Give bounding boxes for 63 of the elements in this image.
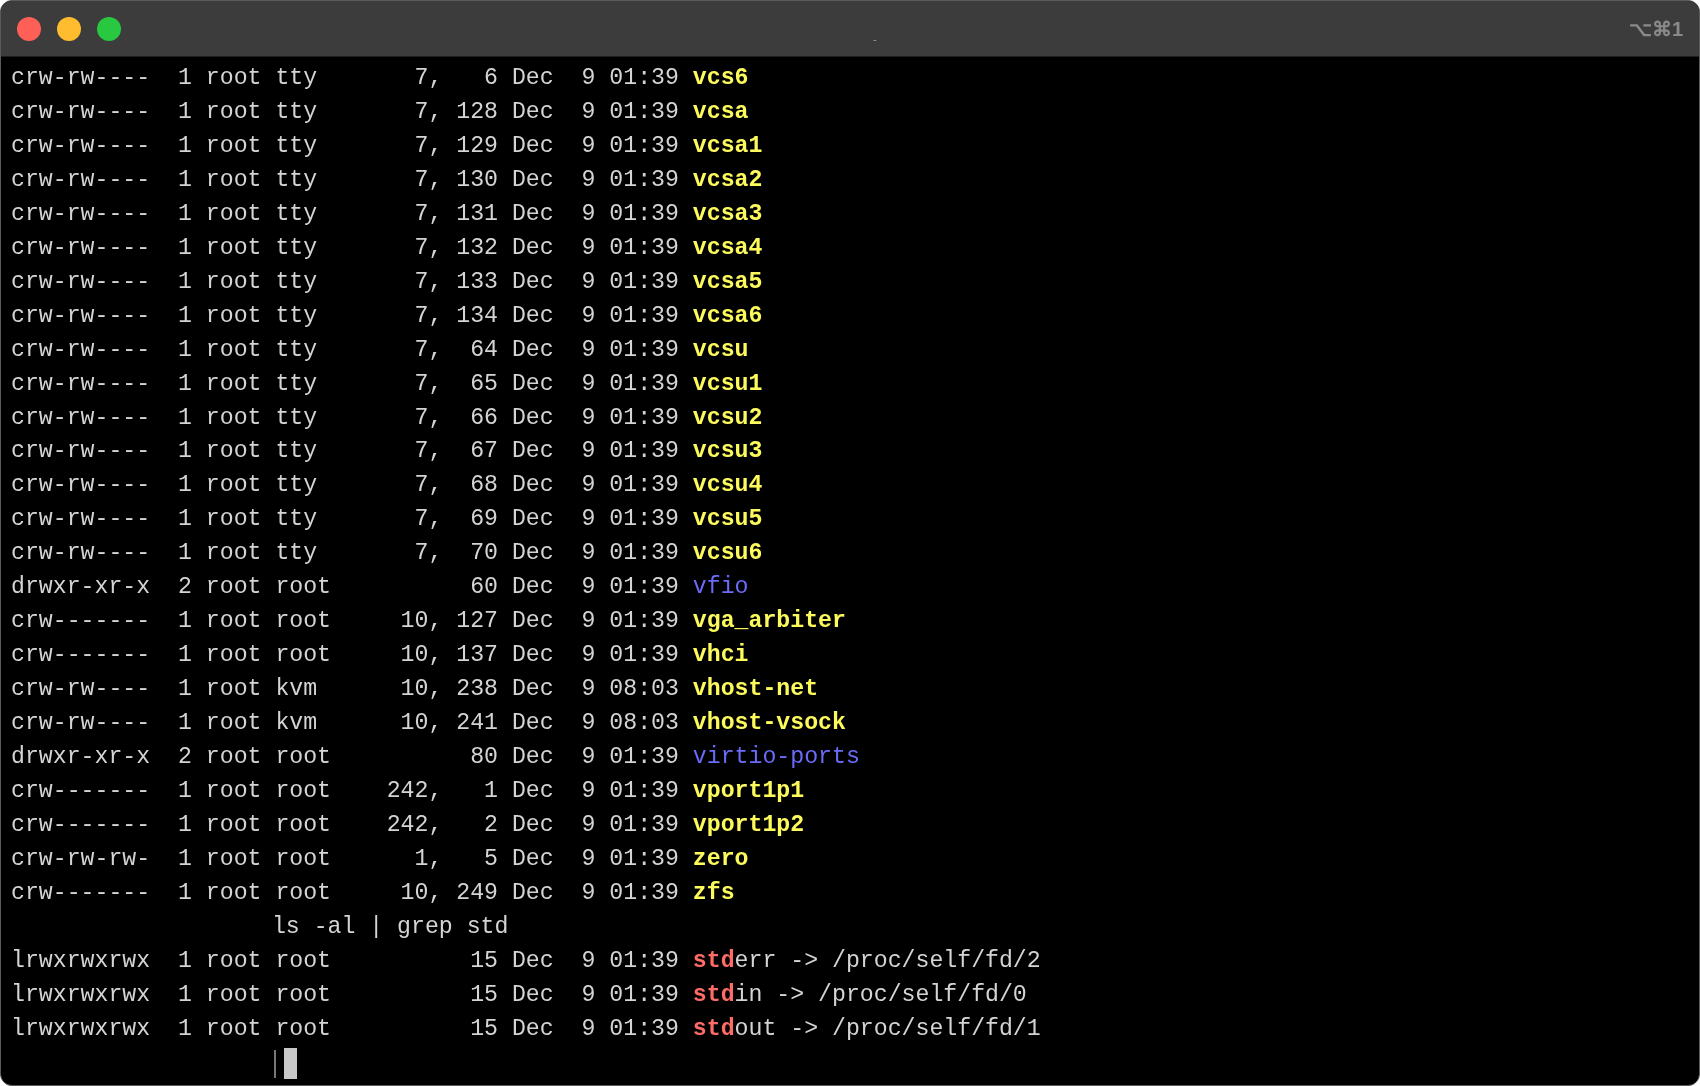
file-name: zfs — [692, 878, 735, 908]
file-info: crw------- 1 root root 242, 2 Dec 9 01:39 — [11, 810, 680, 840]
file-info: crw------- 1 root root 242, 1 Dec 9 01:39 — [11, 777, 680, 806]
file-name: vcsa5 — [692, 267, 763, 297]
file-name: vfio — [692, 573, 749, 603]
file-name: vport1p2 — [692, 810, 805, 840]
file-name: vport1p1 — [692, 777, 805, 806]
file-name: vhci — [692, 641, 749, 671]
file-name: vhost-net — [692, 675, 819, 705]
file-info: lrwxrwxrwx 1 root root 15 Dec 9 01:39 — [11, 980, 680, 1010]
file-info: drwxr-xr-x 2 root root 80 Dec 9 01:39 — [11, 743, 680, 773]
file-info: crw-rw---- 1 root kvm 10, 241 Dec 9 08:03 — [11, 709, 680, 739]
file-name: vcsa4 — [692, 233, 763, 263]
file-name: stdin -> /proc/self/fd/0 — [692, 980, 1027, 1010]
file-info: lrwxrwxrwx 1 root root 15 Dec 9 01:39 — [11, 1014, 680, 1044]
zoom-button[interactable] — [97, 16, 121, 41]
file-name: vcsa2 — [692, 165, 763, 195]
file-name: zero — [692, 844, 749, 874]
file-info: crw-rw---- 1 root tty 7, 68 Dec 9 01:39 — [11, 471, 680, 501]
file-name: vga_arbiter — [692, 607, 846, 637]
shortcut-label: ⌥⌘1 — [1628, 16, 1683, 42]
file-info: crw-rw---- 1 root tty 7, 129 Dec 9 01:39 — [11, 131, 680, 161]
file-info: crw-rw---- 1 root tty 7, 64 Dec 9 01:39 — [11, 335, 680, 365]
file-info: crw-rw---- 1 root tty 7, 66 Dec 9 01:39 — [11, 403, 680, 433]
file-info: crw-rw---- 1 root tty 7, 133 Dec 9 01:39 — [11, 267, 680, 297]
file-info: crw-rw---- 1 root tty 7, 134 Dec 9 01:39 — [11, 301, 680, 331]
file-info: crw------- 1 root root 10, 137 Dec 9 01:39 — [11, 641, 680, 671]
file-name: vcs6 — [692, 64, 749, 93]
file-name: vcsa3 — [692, 199, 763, 229]
file-info: drwxr-xr-x 2 root root 60 Dec 9 01:39 — [11, 573, 680, 603]
file-name: vcsu — [692, 335, 749, 365]
minimize-button[interactable] — [57, 16, 81, 41]
close-button[interactable] — [17, 16, 41, 41]
file-name: vcsa1 — [692, 131, 763, 161]
file-name: vcsa6 — [692, 301, 763, 331]
file-info: crw------- 1 root root 10, 127 Dec 9 01:39 — [11, 607, 680, 637]
file-info: crw-rw---- 1 root tty 7, 130 Dec 9 01:39 — [11, 165, 680, 195]
file-info: crw-rw---- 1 root tty 7, 69 Dec 9 01:39 — [11, 505, 680, 535]
file-info: crw-rw---- 1 root kvm 10, 238 Dec 9 08:03 — [11, 675, 680, 705]
window-title: - — [873, 32, 877, 48]
file-name: vcsu3 — [692, 437, 763, 467]
file-name: vcsu4 — [692, 471, 763, 501]
file-name: vcsu5 — [692, 505, 763, 535]
file-name: virtio-ports — [692, 743, 860, 773]
file-info: crw-rw---- 1 root tty 7, 128 Dec 9 01:39 — [11, 97, 680, 127]
file-info: crw-rw---- 1 root tty 7, 65 Dec 9 01:39 — [11, 369, 680, 399]
file-info: crw-rw---- 1 root tty 7, 67 Dec 9 01:39 — [11, 437, 680, 467]
file-info: crw-rw---- 1 root tty 7, 70 Dec 9 01:39 — [11, 539, 680, 569]
file-name: vhost-vsock — [692, 709, 846, 739]
file-info: crw-rw---- 1 root tty 7, 6 Dec 9 01:39 — [11, 64, 680, 93]
file-info: crw-rw-rw- 1 root root 1, 5 Dec 9 01:39 — [11, 844, 680, 874]
file-info: crw------- 1 root root 10, 249 Dec 9 01:39 — [11, 878, 680, 908]
cursor-icon — [274, 1048, 297, 1080]
file-name: vcsa — [692, 97, 749, 127]
file-name: vcsu6 — [692, 539, 763, 569]
file-name: vcsu1 — [692, 369, 763, 399]
file-info: crw-rw---- 1 root tty 7, 132 Dec 9 01:39 — [11, 233, 680, 263]
file-name: stderr -> /proc/self/fd/2 — [692, 946, 1041, 976]
file-info: crw-rw---- 1 root tty 7, 131 Dec 9 01:39 — [11, 199, 680, 229]
file-info: lrwxrwxrwx 1 root root 15 Dec 9 01:39 — [11, 946, 680, 976]
command-text: ls -al | grep std — [271, 912, 509, 942]
file-name: vcsu2 — [692, 403, 763, 433]
file-name: stdout -> /proc/self/fd/1 — [692, 1014, 1041, 1044]
